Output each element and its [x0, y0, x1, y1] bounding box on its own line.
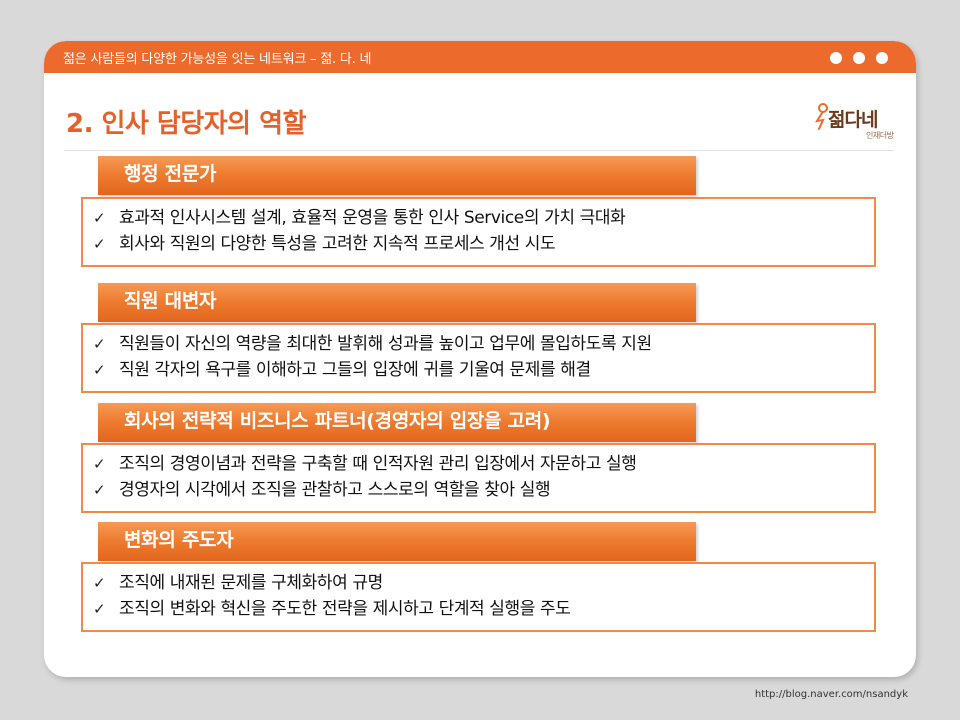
section-box: ✓ 조직의 경영이념과 전략을 구축할 때 인적자원 관리 입장에서 자문하고 …	[81, 443, 876, 513]
bullet-item: ✓ 조직의 변화와 혁신을 주도한 전략을 제시하고 단계적 실행을 주도	[93, 596, 874, 622]
window-dots	[830, 52, 888, 64]
dot-icon	[876, 52, 888, 64]
check-icon: ✓	[93, 455, 106, 473]
header-bar: 젊은 사람들의 다양한 가능성을 잇는 네트워크 – 젊. 다. 네	[44, 41, 916, 73]
section-header: 회사의 전략적 비즈니스 파트너(경영자의 입장을 고려)	[98, 403, 696, 442]
bullet-text: 경영자의 시각에서 조직을 관찰하고 스스로의 역할을 찾아 실행	[119, 480, 551, 500]
divider	[64, 150, 894, 151]
section-box: ✓ 직원들이 자신의 역량을 최대한 발휘해 성과를 높이고 업무에 몰입하도록…	[81, 323, 876, 393]
logo-text: 젊다네	[828, 109, 878, 131]
bullet-text: 조직에 내재된 문제를 구체화하여 규명	[119, 573, 383, 593]
bullet-text: 직원들이 자신의 역량을 최대한 발휘해 성과를 높이고 업무에 몰입하도록 지…	[119, 334, 652, 354]
logo-subtitle: 인재더방	[866, 131, 894, 140]
section-header: 행정 전문가	[98, 156, 696, 195]
section-header: 직원 대변자	[98, 283, 696, 322]
bullet-item: ✓ 회사와 직원의 다양한 특성을 고려한 지속적 프로세스 개선 시도	[93, 231, 874, 257]
bullet-item: ✓ 경영자의 시각에서 조직을 관찰하고 스스로의 역할을 찾아 실행	[93, 477, 874, 503]
check-icon: ✓	[93, 361, 106, 379]
check-icon: ✓	[93, 235, 106, 253]
dot-icon	[830, 52, 842, 64]
bullet-text: 조직의 변화와 혁신을 주도한 전략을 제시하고 단계적 실행을 주도	[119, 599, 571, 619]
bullet-text: 직원 각자의 욕구를 이해하고 그들의 입장에 귀를 기울여 문제를 해결	[119, 360, 591, 380]
section-box: ✓ 조직에 내재된 문제를 구체화하여 규명 ✓ 조직의 변화와 혁신을 주도한…	[81, 562, 876, 632]
section-box: ✓ 효과적 인사시스템 설계, 효율적 운영을 통한 인사 Service의 가…	[81, 197, 876, 267]
section-header: 변화의 주도자	[98, 522, 696, 561]
tagline: 젊은 사람들의 다양한 가능성을 잇는 네트워크 – 젊. 다. 네	[63, 52, 372, 67]
slide: 젊은 사람들의 다양한 가능성을 잇는 네트워크 – 젊. 다. 네 2. 인사…	[44, 41, 916, 677]
check-icon: ✓	[93, 600, 106, 618]
page-title: 2. 인사 담당자의 역할	[66, 109, 306, 139]
bullet-text: 회사와 직원의 다양한 특성을 고려한 지속적 프로세스 개선 시도	[119, 234, 556, 254]
bullet-item: ✓ 효과적 인사시스템 설계, 효율적 운영을 통한 인사 Service의 가…	[93, 205, 874, 231]
bullet-text: 조직의 경영이념과 전략을 구축할 때 인적자원 관리 입장에서 자문하고 실행	[119, 454, 637, 474]
bullet-item: ✓ 조직에 내재된 문제를 구체화하여 규명	[93, 570, 874, 596]
check-icon: ✓	[93, 209, 106, 227]
bullet-item: ✓ 직원 각자의 욕구를 이해하고 그들의 입장에 귀를 기울여 문제를 해결	[93, 357, 874, 383]
check-icon: ✓	[93, 574, 106, 592]
footer-url: http://blog.naver.com/nsandyk	[754, 689, 908, 700]
check-icon: ✓	[93, 481, 106, 499]
logo: 젊다네 인재더방	[814, 101, 894, 145]
check-icon: ✓	[93, 335, 106, 353]
bullet-item: ✓ 조직의 경영이념과 전략을 구축할 때 인적자원 관리 입장에서 자문하고 …	[93, 451, 874, 477]
dot-icon	[853, 52, 865, 64]
bullet-text: 효과적 인사시스템 설계, 효율적 운영을 통한 인사 Service의 가치 …	[119, 208, 626, 228]
bullet-item: ✓ 직원들이 자신의 역량을 최대한 발휘해 성과를 높이고 업무에 몰입하도록…	[93, 331, 874, 357]
